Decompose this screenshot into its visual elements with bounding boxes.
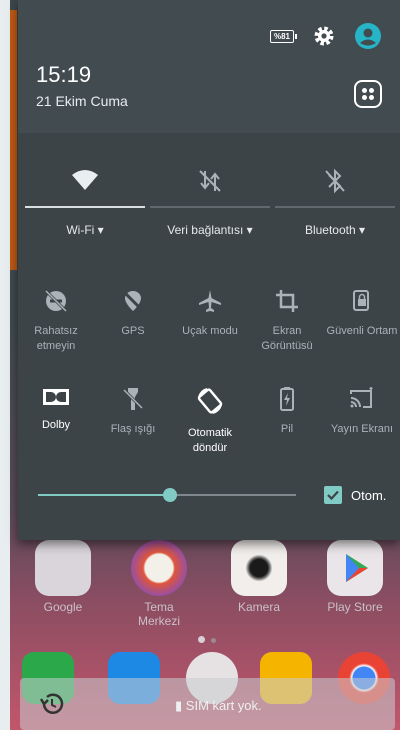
- screen-edge: [0, 0, 10, 730]
- wifi-icon: [72, 170, 98, 190]
- battery-icon: %81: [270, 29, 297, 43]
- camera-icon: [231, 540, 287, 596]
- tile-gps[interactable]: GPS: [93, 288, 173, 339]
- checkmark-icon: [327, 490, 339, 501]
- app-google-folder[interactable]: Google: [28, 540, 98, 614]
- play-store-icon: [327, 540, 383, 596]
- history-restore-icon[interactable]: [38, 690, 66, 718]
- tile-cast-screen[interactable]: Yayın Ekranı: [322, 386, 400, 437]
- quick-settings-panel: %81 15:19 21 Ekim Cuma Wi-Fi ▾ Veri bağl…: [18, 0, 400, 540]
- brightness-slider[interactable]: [38, 488, 296, 502]
- battery-saver-icon: [280, 387, 294, 411]
- tile-dolby[interactable]: Dolby: [16, 386, 96, 433]
- do-not-disturb-off-icon: [44, 289, 68, 313]
- shade-header: %81 15:19 21 Ekim Cuma: [18, 0, 400, 133]
- edge-handle: [10, 10, 17, 270]
- google-folder-icon: [35, 540, 91, 596]
- tile-airplane-mode[interactable]: Uçak modu: [170, 288, 250, 339]
- auto-brightness-checkbox[interactable]: [324, 486, 342, 504]
- page-indicator: [195, 630, 219, 648]
- wifi-dropdown[interactable]: Wi-Fi ▾: [25, 223, 145, 237]
- theme-center-icon: [131, 540, 187, 596]
- mobile-data-off-icon: [199, 170, 221, 192]
- tile-secure-zone[interactable]: Güvenli Ortam: [322, 288, 400, 339]
- mobile-data-toggle[interactable]: Veri bağlantısı ▾: [150, 163, 270, 237]
- dolby-icon: [43, 389, 69, 405]
- cast-icon: [350, 387, 373, 408]
- secure-lock-icon: [353, 290, 369, 311]
- app-tema-merkezi[interactable]: Tema Merkezi: [124, 540, 194, 628]
- app-label: Kamera: [237, 600, 281, 614]
- app-label: Tema Merkezi: [137, 600, 180, 628]
- edit-tiles-grid-icon[interactable]: [354, 80, 382, 108]
- app-kamera[interactable]: Kamera: [224, 540, 294, 614]
- tile-do-not-disturb[interactable]: Rahatsız etmeyin: [16, 288, 96, 354]
- user-avatar-icon[interactable]: [354, 22, 382, 50]
- airplane-icon: [199, 290, 221, 312]
- tile-battery[interactable]: Pil: [247, 386, 327, 437]
- brightness-slider-thumb[interactable]: [162, 488, 177, 502]
- tile-auto-rotate[interactable]: Otomatik döndür: [170, 386, 250, 456]
- tile-screenshot[interactable]: Ekran Görüntüsü: [247, 288, 327, 354]
- gps-off-icon: [122, 290, 144, 312]
- sim-card-icon: ▮: [175, 698, 183, 713]
- screenshot-crop-icon: [276, 290, 298, 312]
- bluetooth-off-icon: [325, 168, 345, 194]
- app-label: Google: [43, 600, 83, 614]
- wifi-toggle[interactable]: Wi-Fi ▾: [25, 163, 145, 237]
- bluetooth-dropdown[interactable]: Bluetooth ▾: [275, 223, 395, 237]
- app-label: Play Store: [327, 600, 383, 614]
- mobile-data-dropdown[interactable]: Veri bağlantısı ▾: [150, 223, 270, 237]
- bluetooth-toggle[interactable]: Bluetooth ▾: [275, 163, 395, 237]
- auto-brightness-label: Otom.: [351, 488, 387, 503]
- settings-gear-icon[interactable]: [312, 24, 336, 48]
- sim-status-text: ▮ SIM kart yok.: [175, 698, 262, 713]
- tile-flashlight[interactable]: Flaş ışığı: [93, 386, 173, 437]
- flashlight-off-icon: [122, 388, 144, 410]
- clock-time: 15:19: [36, 62, 92, 87]
- app-play-store[interactable]: Play Store: [320, 540, 390, 614]
- auto-rotate-icon: [197, 388, 223, 414]
- clock-date: 21 Ekim Cuma: [36, 93, 128, 109]
